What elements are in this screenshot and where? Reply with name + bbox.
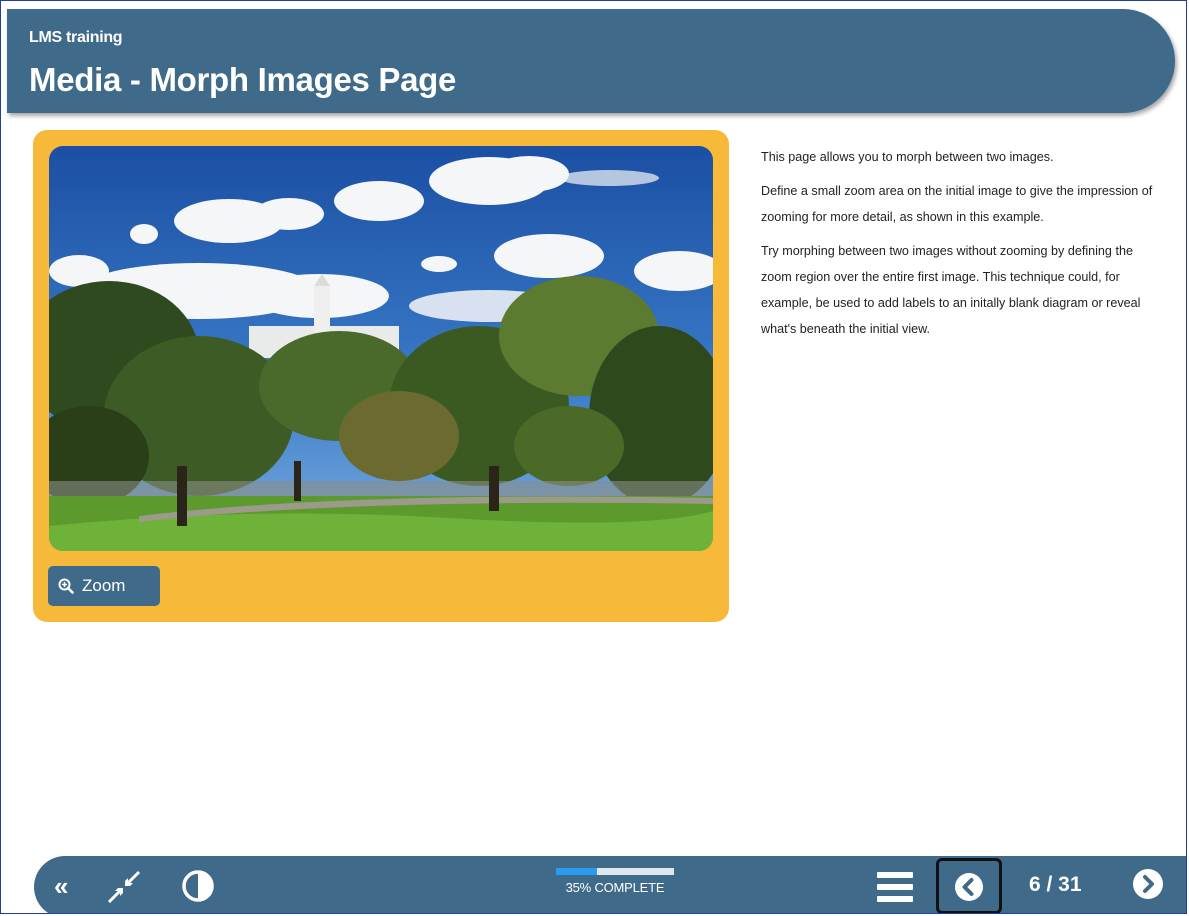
- menu-icon[interactable]: [877, 871, 913, 903]
- contrast-icon[interactable]: [181, 869, 215, 903]
- app-window: LMS training Media - Morph Images Page Z…: [0, 0, 1187, 914]
- double-chevron-left-icon[interactable]: «: [54, 871, 68, 902]
- page-header: LMS training Media - Morph Images Page: [7, 9, 1175, 113]
- navigation-bar: « 35% COMPLETE 6 / 31: [34, 856, 1186, 913]
- landscape-photo-graphic: [49, 146, 713, 551]
- media-card: Zoom: [33, 130, 729, 622]
- exit-fullscreen-icon[interactable]: [106, 869, 142, 905]
- course-title: LMS training: [29, 29, 123, 46]
- paragraph: Try morphing between two images without …: [761, 244, 1141, 336]
- progress-indicator: 35% COMPLETE: [556, 868, 674, 895]
- morph-image: [49, 146, 713, 551]
- previous-page-button[interactable]: [936, 858, 1002, 913]
- zoom-button[interactable]: Zoom: [48, 566, 160, 606]
- paragraph: This page allows you to morph between tw…: [761, 150, 1054, 164]
- chevron-left-circle-icon: [955, 873, 983, 901]
- progress-bar-fill: [556, 868, 598, 875]
- page-indicator: 6 / 31: [1029, 873, 1082, 896]
- zoom-button-label: Zoom: [82, 576, 126, 595]
- progress-label: 35% COMPLETE: [565, 880, 665, 895]
- magnifier-icon: [58, 578, 74, 594]
- progress-bar: [556, 868, 674, 875]
- description-text: This page allows you to morph between tw…: [761, 144, 1161, 350]
- page-title: Media - Morph Images Page: [29, 61, 457, 98]
- chevron-right-circle-icon[interactable]: [1132, 868, 1164, 900]
- paragraph: Define a small zoom area on the initial …: [761, 184, 1153, 224]
